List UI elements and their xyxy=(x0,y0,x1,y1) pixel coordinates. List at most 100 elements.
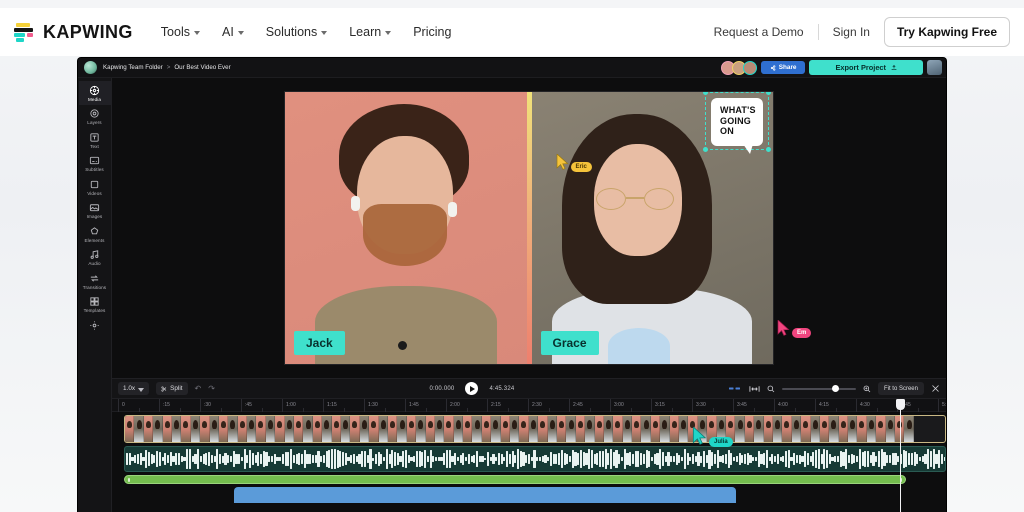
name-tag-left[interactable]: Jack xyxy=(294,331,345,355)
sidebar-item-videos[interactable]: Videos xyxy=(79,175,111,199)
fit-clip-icon[interactable] xyxy=(749,385,760,393)
audio-clip[interactable] xyxy=(124,446,946,472)
waveform-bar xyxy=(424,449,427,469)
nav-item-solutions[interactable]: Solutions xyxy=(266,25,328,39)
track-overlay-blue[interactable] xyxy=(124,487,946,503)
sidebar-item-label: Videos xyxy=(87,190,102,196)
video-thumbnail xyxy=(866,416,877,442)
earbud-icon xyxy=(351,196,360,211)
try-kapwing-free-button[interactable]: Try Kapwing Free xyxy=(883,17,1010,47)
video-thumbnail xyxy=(641,416,651,442)
user-profile-avatar[interactable] xyxy=(927,60,942,75)
video-thumbnail xyxy=(801,416,811,442)
waveform-bar xyxy=(251,453,254,465)
layers-icon xyxy=(90,109,99,118)
ruler-tick-label: 1:30 xyxy=(368,402,378,408)
sidebar-item-images[interactable]: Images xyxy=(79,199,111,223)
sidebar-item-subtitles[interactable]: Subtitles xyxy=(79,152,111,176)
video-thumbnail xyxy=(162,416,172,442)
scissors-icon xyxy=(161,385,167,392)
video-canvas[interactable]: Jack Grace WHAT'S GOING ON Eric Em xyxy=(285,92,812,364)
sidebar-item-text[interactable]: Text xyxy=(79,128,111,152)
ruler-tick: 4:30 xyxy=(856,399,870,412)
sidebar-item-transitions[interactable]: Transitions xyxy=(79,269,111,293)
timeline[interactable]: 0:15:30:45 1:00 1:15 1:30 1:45 2:00 2:15 2:30 2:… xyxy=(112,399,946,512)
nav-item-tools[interactable]: Tools xyxy=(161,25,200,39)
export-project-button[interactable]: Export Project xyxy=(809,60,923,75)
playback-speed-dropdown[interactable]: 1.0x xyxy=(118,382,150,395)
speech-bubble-sticker[interactable]: WHAT'S GOING ON xyxy=(703,92,771,154)
waveform-bar xyxy=(374,454,377,464)
sidebar-item-layers[interactable]: Layers xyxy=(79,105,111,129)
breadcrumb-folder[interactable]: Kapwing Team Folder xyxy=(103,64,163,71)
waveform-bar xyxy=(927,449,930,469)
timeline-ruler[interactable]: 0:15:30:45 1:00 1:15 1:30 1:45 2:00 2:15 2:30 2:… xyxy=(112,399,946,412)
breadcrumb-project[interactable]: Our Best Video Ever xyxy=(174,64,230,71)
playhead[interactable] xyxy=(896,399,905,512)
video-thumbnail xyxy=(209,416,219,442)
sign-in-link[interactable]: Sign In xyxy=(833,25,870,39)
video-panel-right[interactable]: Grace WHAT'S GOING ON Eric xyxy=(531,92,773,364)
video-thumbnail xyxy=(247,416,257,442)
zoom-in-icon[interactable] xyxy=(863,385,871,393)
waveform-bar xyxy=(445,450,449,468)
sidebar-item-settings[interactable] xyxy=(79,316,111,334)
sidebar-item-label: Audio xyxy=(88,261,101,266)
waveform-bar xyxy=(856,456,859,462)
close-icon[interactable] xyxy=(931,384,940,393)
nav-item-learn[interactable]: Learn xyxy=(349,25,392,39)
zoom-slider[interactable] xyxy=(781,384,856,392)
split-button[interactable]: Split xyxy=(156,382,188,395)
play-button[interactable] xyxy=(465,382,479,395)
track-gutter xyxy=(112,412,124,503)
video-thumbnail xyxy=(284,416,295,442)
resize-handle-top-right[interactable] xyxy=(766,92,771,95)
playhead-handle[interactable] xyxy=(896,399,905,410)
resize-handle-bottom-left[interactable] xyxy=(703,146,708,152)
sidebar-item-elements[interactable]: Elements xyxy=(79,222,111,246)
undo-icon[interactable]: ↶ xyxy=(195,384,202,393)
request-demo-link[interactable]: Request a Demo xyxy=(714,25,804,39)
total-time: 4:45.324 xyxy=(489,385,515,392)
nav-item-ai[interactable]: AI xyxy=(222,25,244,39)
fit-to-screen-button[interactable]: Fit to Screen xyxy=(877,382,924,395)
header-divider xyxy=(817,24,819,40)
waveform-bar xyxy=(601,450,604,468)
video-clip[interactable] xyxy=(124,415,946,443)
nav-item-pricing[interactable]: Pricing xyxy=(413,25,451,39)
video-thumbnail xyxy=(735,416,745,442)
video-thumbnail xyxy=(660,416,670,442)
resize-handle-bottom-right[interactable] xyxy=(766,146,771,152)
waveform-bar xyxy=(847,455,851,463)
zoom-slider-handle[interactable] xyxy=(831,384,839,392)
redo-icon[interactable]: ↷ xyxy=(208,384,215,393)
waveform-bar xyxy=(897,456,900,462)
waveform-bar xyxy=(774,455,777,463)
sidebar-item-audio[interactable]: Audio xyxy=(79,246,111,270)
magnet-icon[interactable] xyxy=(728,386,742,391)
waveform-bar xyxy=(404,449,408,469)
avatar[interactable] xyxy=(742,60,757,75)
share-button[interactable]: Share xyxy=(760,61,806,74)
video-panel-left[interactable]: Jack xyxy=(285,92,527,364)
sidebar-item-label: Templates xyxy=(83,308,106,313)
video-thumbnail xyxy=(632,416,642,442)
video-thumbnail xyxy=(885,416,896,442)
sidebar-item-templates[interactable]: Templates xyxy=(79,293,111,317)
track-overlay-green[interactable] xyxy=(124,475,946,484)
video-thumbnail xyxy=(237,416,248,442)
blue-clip[interactable] xyxy=(234,487,736,503)
elements-icon xyxy=(90,226,99,234)
templates-icon xyxy=(90,297,99,306)
name-tag-right[interactable]: Grace xyxy=(540,331,599,355)
zoom-out-icon[interactable] xyxy=(767,385,775,393)
track-audio[interactable] xyxy=(124,446,946,472)
track-video[interactable] xyxy=(124,412,946,443)
resize-handle-top-left[interactable] xyxy=(703,92,708,95)
kapwing-logo[interactable]: KAPWING xyxy=(14,22,133,43)
video-thumbnail xyxy=(387,416,398,442)
waveform-bar xyxy=(495,456,498,462)
ruler-tick: 1:45 xyxy=(405,399,419,412)
sidebar-item-media[interactable]: Media xyxy=(78,81,111,105)
green-clip[interactable] xyxy=(124,475,906,484)
